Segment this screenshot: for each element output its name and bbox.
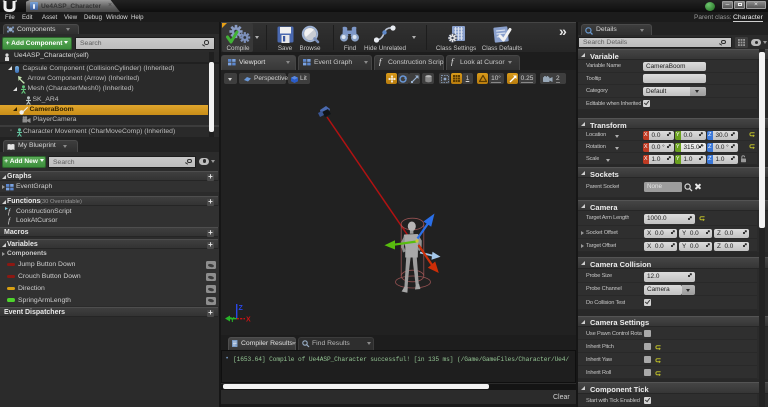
svg-text:X: X bbox=[246, 317, 251, 324]
svg-text:Z: Z bbox=[239, 305, 244, 312]
svg-text:Y: Y bbox=[230, 317, 235, 324]
